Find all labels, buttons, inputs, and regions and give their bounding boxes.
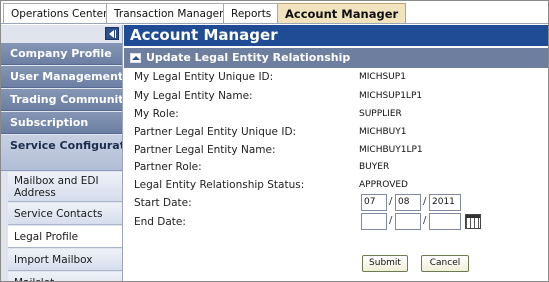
value-partner-legal-entity-id: MICHBUY1 [359, 127, 407, 137]
label-my-legal-entity-id: My Legal Entity Unique ID: [134, 71, 274, 83]
sidebar-item-service-configuration[interactable]: Service Configuration [1, 135, 122, 171]
label-my-role: My Role: [134, 108, 179, 120]
label-start-date: Start Date: [134, 197, 192, 209]
top-navigation: Operations Center Transaction Manager Re… [1, 1, 548, 24]
value-partner-role: BUYER [359, 162, 390, 172]
date-separator: / [423, 215, 427, 226]
section-title: Update Legal Entity Relationship [146, 51, 351, 64]
label-relationship-status: Legal Entity Relationship Status: [134, 179, 305, 191]
date-separator: / [389, 196, 393, 207]
date-separator: / [423, 196, 427, 207]
tab-reports[interactable]: Reports [223, 3, 280, 23]
page-title: Account Manager [124, 25, 548, 46]
start-date-year-input[interactable]: 2011 [429, 194, 461, 211]
sidebar-item-subscription[interactable]: Subscription [1, 112, 122, 134]
value-my-role: SUPPLIER [359, 109, 402, 119]
sidebar: Company Profile User Management Trading … [1, 25, 123, 281]
tab-transaction-manager[interactable]: Transaction Manager [106, 3, 232, 23]
value-relationship-status: APPROVED [359, 180, 408, 190]
date-separator: / [389, 215, 393, 226]
cancel-button[interactable]: Cancel [421, 255, 469, 272]
sidebar-subitem-legal-profile[interactable]: Legal Profile [8, 226, 122, 248]
sidebar-subitem-mailbox-edi-address[interactable]: Mailbox and EDI Address [8, 172, 122, 202]
tab-account-manager[interactable]: Account Manager [277, 3, 407, 23]
label-partner-legal-entity-id: Partner Legal Entity Unique ID: [134, 126, 297, 138]
end-date-month-input[interactable] [361, 213, 387, 230]
value-my-legal-entity-id: MICHSUP1 [359, 72, 406, 82]
value-partner-legal-entity-name: MICHBUY1LP1 [359, 145, 423, 155]
sidebar-item-trading-community[interactable]: Trading Community [1, 89, 122, 111]
sidebar-item-user-management[interactable]: User Management [1, 66, 122, 88]
value-my-legal-entity-name: MICHSUP1LP1 [359, 91, 423, 101]
end-date-year-input[interactable] [429, 213, 461, 230]
label-partner-legal-entity-name: Partner Legal Entity Name: [134, 144, 276, 156]
section-header: Update Legal Entity Relationship [124, 48, 548, 68]
submit-button[interactable]: Submit [362, 255, 408, 272]
collapse-section-icon[interactable] [130, 53, 141, 63]
label-my-legal-entity-name: My Legal Entity Name: [134, 90, 253, 102]
start-date-day-input[interactable]: 08 [395, 194, 421, 211]
collapse-sidebar-icon[interactable] [105, 27, 119, 40]
end-date-day-input[interactable] [395, 213, 421, 230]
main-content: Account Manager Update Legal Entity Rela… [124, 25, 548, 281]
start-date-month-input[interactable]: 07 [361, 194, 387, 211]
sidebar-item-company-profile[interactable]: Company Profile [1, 43, 122, 65]
sidebar-subitem-import-mailbox[interactable]: Import Mailbox [8, 249, 122, 271]
calendar-icon[interactable] [465, 214, 481, 229]
label-partner-role: Partner Role: [134, 161, 202, 173]
tab-operations-center[interactable]: Operations Center [3, 3, 116, 23]
label-end-date: End Date: [134, 216, 186, 228]
sidebar-subitem-service-contacts[interactable]: Service Contacts [8, 203, 122, 225]
sidebar-collapse-bar [1, 25, 122, 43]
sidebar-subitem-mailslot[interactable]: Mailslot [8, 272, 122, 281]
